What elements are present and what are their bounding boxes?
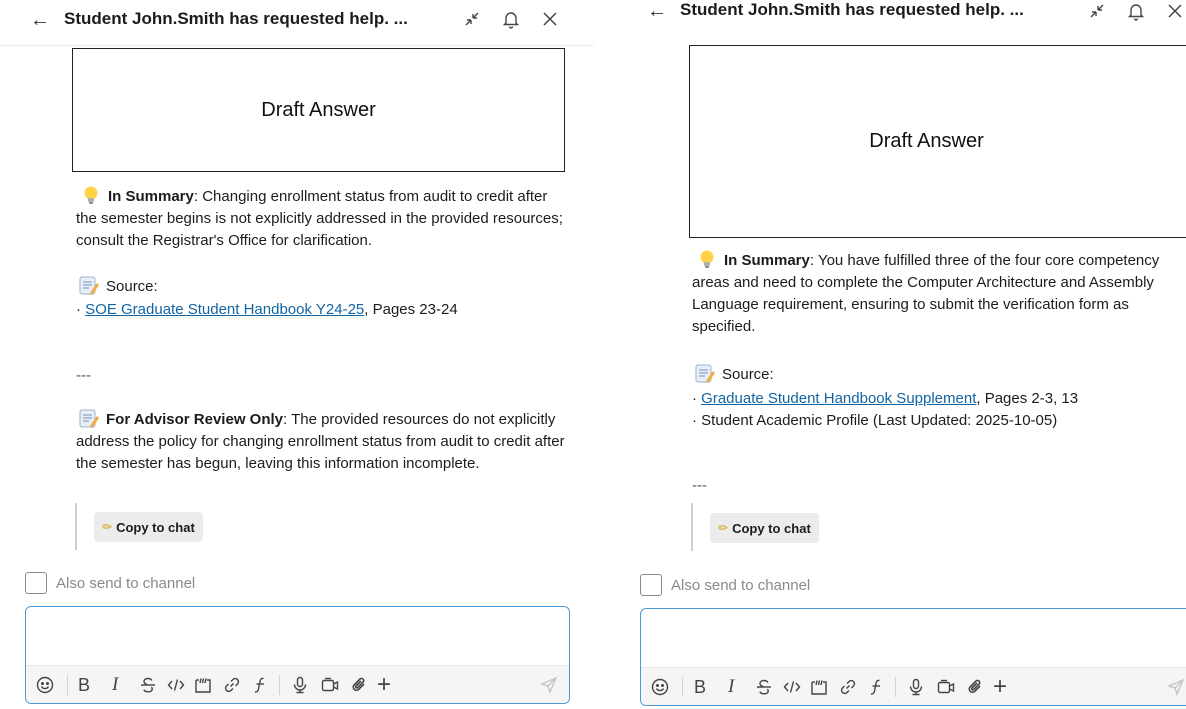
send-icon[interactable]	[539, 674, 559, 696]
strikethrough-icon[interactable]	[754, 676, 774, 698]
thread-panel-right: ← Student John.Smith has requested help.…	[620, 0, 1186, 709]
link-icon[interactable]	[222, 674, 242, 696]
thread-header: ← Student John.Smith has requested help.…	[620, 0, 1186, 46]
formatting-toolbar: B I +	[26, 665, 569, 703]
memo-icon	[78, 407, 100, 429]
microphone-icon[interactable]	[290, 674, 310, 696]
close-icon[interactable]	[540, 9, 560, 29]
summary-paragraph: In Summary: Changing enrollment status f…	[76, 184, 566, 252]
source-text: Student Academic Profile (Last Updated: …	[701, 412, 1058, 429]
separator: ---	[692, 477, 707, 494]
source-item: · Student Academic Profile (Last Updated…	[692, 412, 1058, 429]
bold-icon[interactable]: B	[694, 676, 706, 698]
copy-to-chat-label: Copy to chat	[116, 519, 195, 535]
plus-icon[interactable]: +	[377, 671, 391, 698]
code-icon[interactable]	[782, 676, 802, 698]
quote-bar	[75, 503, 77, 550]
collapse-icon[interactable]	[1087, 1, 1107, 21]
microphone-icon[interactable]	[906, 676, 926, 698]
summary-label: In Summary	[108, 188, 194, 205]
also-send-checkbox[interactable]	[25, 572, 47, 594]
thread-header: ← Student John.Smith has requested help.…	[0, 0, 594, 46]
attachment-icon[interactable]	[349, 674, 369, 696]
workflow-icon[interactable]	[250, 674, 270, 696]
source-link[interactable]: Graduate Student Handbook Supplement	[701, 390, 976, 407]
bold-icon[interactable]: B	[78, 674, 90, 696]
source-link[interactable]: SOE Graduate Student Handbook Y24-25	[85, 301, 364, 318]
source-item: · Graduate Student Handbook Supplement, …	[692, 390, 1079, 407]
workflow-icon[interactable]	[866, 676, 886, 698]
copy-to-chat-button[interactable]: ✏ Copy to chat	[710, 513, 819, 543]
memo-icon	[694, 362, 716, 384]
draft-answer-box: Draft Answer	[689, 45, 1186, 238]
advisor-paragraph: For Advisor Review Only: The provided re…	[76, 407, 566, 475]
draft-answer-label: Draft Answer	[869, 130, 984, 152]
also-send-label: Also send to channel	[56, 575, 196, 592]
pencil-icon: ✏	[102, 520, 113, 534]
code-block-icon[interactable]	[193, 674, 213, 696]
message-input[interactable]	[26, 607, 569, 663]
close-icon[interactable]	[1165, 1, 1185, 21]
lightbulb-icon	[696, 248, 718, 270]
emoji-icon[interactable]	[35, 674, 55, 696]
plus-icon[interactable]: +	[993, 673, 1007, 700]
copy-to-chat-button[interactable]: ✏ Copy to chat	[94, 512, 203, 542]
source-item: · SOE Graduate Student Handbook Y24-25, …	[76, 301, 458, 318]
memo-icon	[78, 274, 100, 296]
collapse-icon[interactable]	[462, 9, 482, 29]
source-pages: , Pages 2-3, 13	[976, 390, 1079, 407]
thread-title: Student John.Smith has requested help. .…	[64, 9, 408, 28]
draft-answer-box: Draft Answer	[72, 48, 565, 172]
back-arrow-icon[interactable]: ←	[647, 1, 667, 21]
formatting-toolbar: B I +	[641, 667, 1186, 705]
attachment-icon[interactable]	[965, 676, 985, 698]
copy-to-chat-label: Copy to chat	[732, 520, 811, 536]
source-heading: Source:	[78, 274, 568, 298]
message-input[interactable]	[641, 609, 1186, 665]
bell-icon[interactable]	[1126, 1, 1146, 21]
source-label: Source:	[722, 366, 774, 383]
send-icon[interactable]	[1166, 676, 1186, 698]
summary-label: In Summary	[724, 252, 810, 269]
video-icon[interactable]	[320, 674, 340, 696]
summary-paragraph: In Summary: You have fulfilled three of …	[692, 248, 1186, 338]
code-icon[interactable]	[166, 674, 186, 696]
source-pages: , Pages 23-24	[364, 301, 458, 318]
code-block-icon[interactable]	[809, 676, 829, 698]
message-composer: B I +	[25, 606, 570, 704]
quote-bar	[691, 503, 693, 551]
also-send-label: Also send to channel	[671, 577, 811, 594]
link-icon[interactable]	[838, 676, 858, 698]
draft-answer-label: Draft Answer	[261, 98, 376, 121]
italic-icon[interactable]: I	[112, 674, 118, 696]
message-composer: B I +	[640, 608, 1186, 706]
advisor-label: For Advisor Review Only	[106, 411, 283, 428]
italic-icon[interactable]: I	[728, 676, 734, 698]
video-icon[interactable]	[936, 676, 956, 698]
separator: ---	[76, 367, 91, 384]
thread-panel-left: ← Student John.Smith has requested help.…	[0, 0, 594, 709]
lightbulb-icon	[80, 184, 102, 206]
source-heading: Source:	[694, 362, 1184, 386]
strikethrough-icon[interactable]	[138, 674, 158, 696]
source-label: Source:	[106, 278, 158, 295]
back-arrow-icon[interactable]: ←	[30, 10, 50, 30]
bell-icon[interactable]	[501, 9, 521, 29]
pencil-icon: ✏	[718, 521, 729, 535]
also-send-checkbox[interactable]	[640, 574, 662, 596]
emoji-icon[interactable]	[650, 676, 670, 698]
thread-title: Student John.Smith has requested help. .…	[680, 0, 1024, 19]
